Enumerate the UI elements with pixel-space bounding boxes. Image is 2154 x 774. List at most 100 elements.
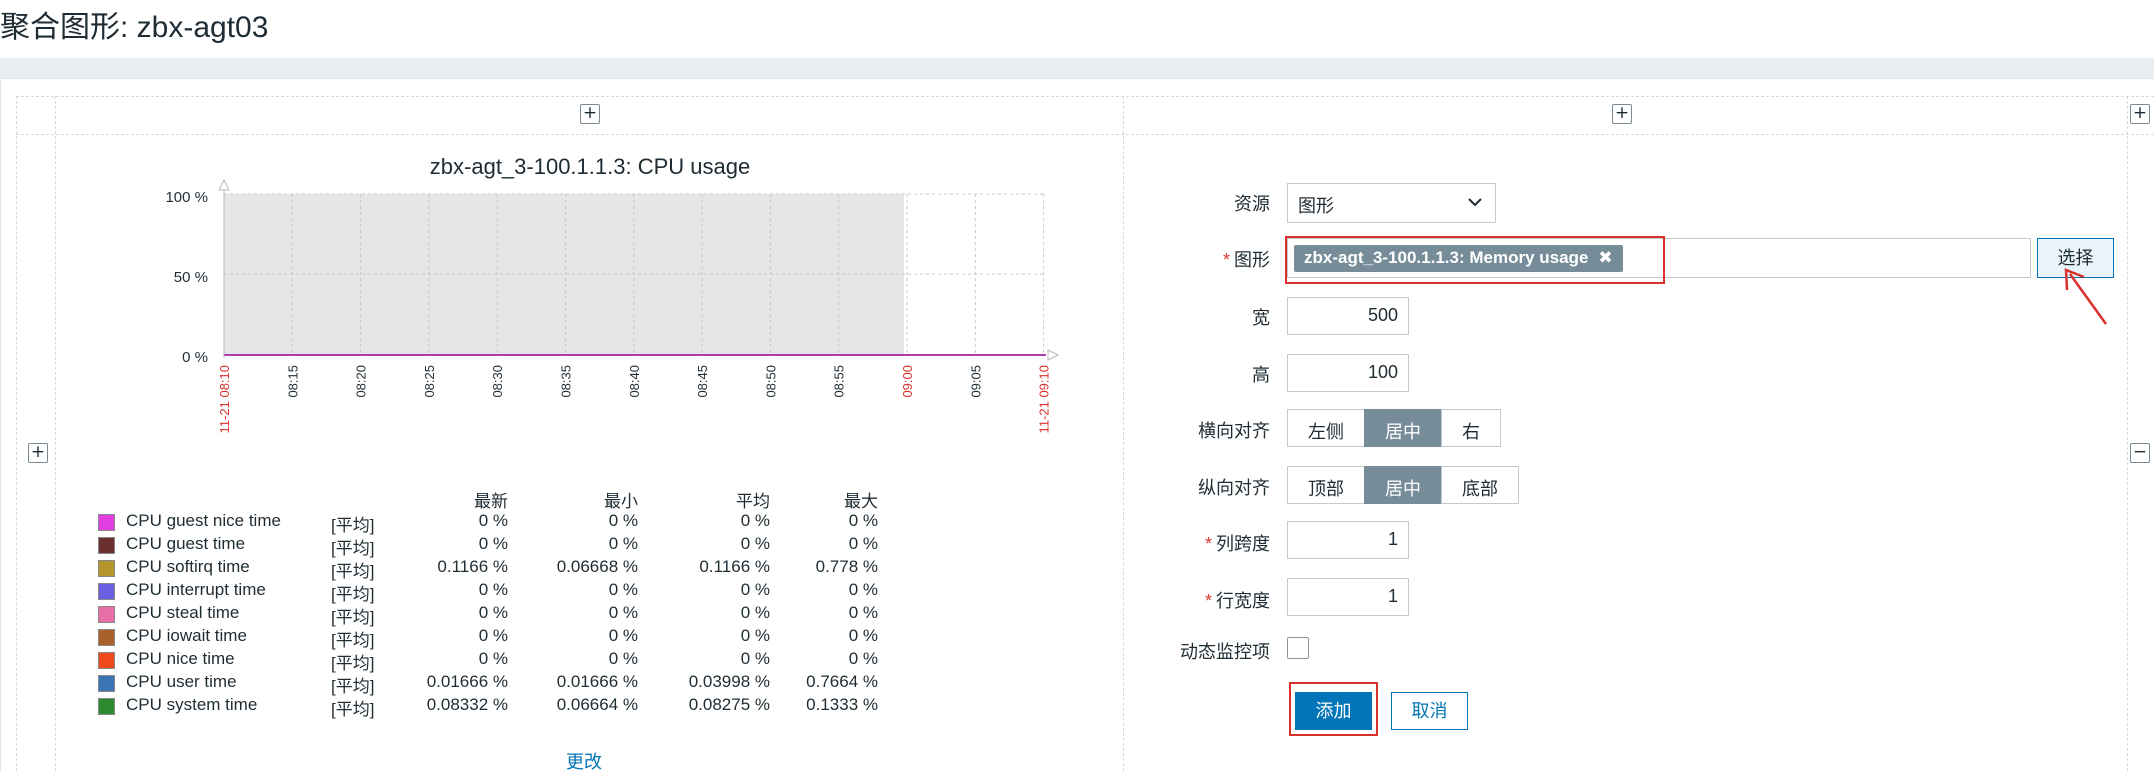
- valign-bottom-option[interactable]: 底部: [1441, 466, 1519, 504]
- width-input[interactable]: 500: [1287, 297, 1409, 335]
- add-button[interactable]: 添加: [1295, 692, 1372, 730]
- legend-swatch: [98, 560, 115, 577]
- legend-series-name: CPU softirq time: [126, 557, 250, 576]
- grid-divider: [16, 96, 2154, 97]
- legend-last: 0 %: [478, 649, 508, 668]
- height-label: 高: [1252, 365, 1270, 385]
- graph-multiselect[interactable]: zbx-agt_3-100.1.1.3: Memory usage ✖: [1287, 238, 2031, 278]
- legend-avg: 0 %: [740, 534, 770, 553]
- add-column-button[interactable]: +: [1612, 104, 1632, 124]
- x-tick-label: 08:40: [627, 365, 642, 398]
- legend-row: CPU user time [平均] 0.01666 % 0.01666 % 0.039…: [98, 671, 898, 696]
- y-tick-label: 0 %: [182, 349, 208, 366]
- remove-row-button[interactable]: −: [2130, 443, 2150, 463]
- legend-max: 0 %: [848, 603, 878, 622]
- legend-max: 0 %: [848, 626, 878, 645]
- add-column-button[interactable]: +: [580, 104, 600, 124]
- x-tick-label: 09:05: [968, 365, 983, 398]
- x-tick-label: 08:55: [832, 365, 847, 398]
- legend-series-name: CPU nice time: [126, 649, 235, 668]
- cancel-button[interactable]: 取消: [1391, 692, 1468, 730]
- legend-row: CPU softirq time [平均] 0.1166 % 0.06668 % 0.1…: [98, 556, 898, 581]
- y-tick-label: 50 %: [174, 269, 208, 286]
- rowspan-label-text: 行宽度: [1216, 591, 1270, 611]
- y-axis-arrow: [218, 178, 230, 191]
- chevron-down-icon: [1467, 194, 1483, 215]
- legend-row: CPU guest nice time [平均] 0 % 0 % 0 % 0 %: [98, 510, 898, 535]
- colspan-label-text: 列跨度: [1216, 534, 1270, 554]
- legend-min: 0 %: [608, 603, 638, 622]
- legend-swatch: [98, 583, 115, 600]
- add-column-button[interactable]: +: [2130, 104, 2150, 124]
- legend-header-max: 最大: [844, 492, 878, 511]
- legend-avg: 0 %: [740, 603, 770, 622]
- x-tick-label: 08:50: [763, 365, 778, 398]
- legend-max: 0.1333 %: [806, 695, 878, 714]
- legend-avg: 0 %: [740, 511, 770, 530]
- legend-series-name: CPU guest time: [126, 534, 246, 553]
- remove-icon[interactable]: ✖: [1598, 248, 1612, 267]
- legend-last: 0 %: [478, 511, 508, 530]
- dynamic-item-checkbox[interactable]: [1287, 637, 1309, 659]
- legend-avg: 0 %: [740, 649, 770, 668]
- valign-segmented: 顶部 居中 底部: [1287, 466, 1519, 504]
- legend-last: 0 %: [478, 603, 508, 622]
- legend-avg: 0 %: [740, 580, 770, 599]
- valign-label: 纵向对齐: [1198, 478, 1270, 498]
- colspan-label: * 列跨度: [1204, 534, 1270, 554]
- legend-series-name: CPU interrupt time: [126, 580, 266, 599]
- x-axis-arrow: [1047, 349, 1060, 361]
- resource-select[interactable]: 图形: [1287, 183, 1496, 223]
- grid-divider: [16, 134, 2154, 135]
- legend-header-last: 最新: [474, 492, 508, 511]
- x-tick-label: 09:00: [900, 365, 915, 398]
- legend-series-name: CPU system time: [126, 695, 258, 714]
- legend-avg: 0.03998 %: [688, 672, 770, 691]
- colspan-input[interactable]: 1: [1287, 521, 1409, 559]
- legend-header-avg: 平均: [736, 492, 770, 511]
- legend-swatch: [98, 698, 115, 715]
- valign-top-option[interactable]: 顶部: [1287, 466, 1365, 504]
- legend-series-name: CPU steal time: [126, 603, 240, 622]
- legend-last: 0 %: [478, 626, 508, 645]
- height-input[interactable]: 100: [1287, 354, 1409, 392]
- legend-row: CPU iowait time [平均] 0 % 0 % 0 % 0 %: [98, 625, 898, 650]
- halign-right-option[interactable]: 右: [1441, 409, 1501, 447]
- legend-row: CPU nice time [平均] 0 % 0 % 0 % 0 %: [98, 648, 898, 673]
- legend-swatch: [98, 675, 115, 692]
- legend-max: 0.7664 %: [806, 672, 878, 691]
- rowspan-input[interactable]: 1: [1287, 578, 1409, 616]
- legend-min: 0 %: [608, 511, 638, 530]
- y-tick-label: 100 %: [165, 189, 208, 206]
- change-link[interactable]: 更改: [566, 748, 602, 774]
- legend-function: [平均]: [331, 700, 375, 719]
- graph-label-text: 图形: [1234, 250, 1270, 270]
- legend-row: CPU system time [平均] 0.08332 % 0.06664 % 0.0…: [98, 694, 898, 719]
- legend-min: 0 %: [608, 534, 638, 553]
- halign-center-option[interactable]: 居中: [1364, 409, 1442, 447]
- resource-select-value: 图形: [1298, 196, 1334, 216]
- legend-min: 0 %: [608, 649, 638, 668]
- x-tick-label: 08:35: [559, 365, 574, 398]
- x-tick-label: 11-21 08:10: [217, 365, 232, 433]
- x-tick-label: 08:15: [285, 365, 300, 398]
- legend-swatch: [98, 514, 115, 531]
- legend-swatch: [98, 629, 115, 646]
- header-divider: [0, 58, 2154, 78]
- legend-min: 0.06664 %: [556, 695, 638, 714]
- legend-avg: 0 %: [740, 626, 770, 645]
- legend-min: 0.01666 %: [556, 672, 638, 691]
- legend-row: CPU steal time [平均] 0 % 0 % 0 % 0 %: [98, 602, 898, 627]
- width-label: 宽: [1252, 308, 1270, 328]
- legend-swatch: [98, 537, 115, 554]
- x-tick-label: 11-21 09:10: [1037, 365, 1052, 433]
- legend-last: 0.01666 %: [426, 672, 508, 691]
- legend-max: 0 %: [848, 580, 878, 599]
- valign-middle-option[interactable]: 居中: [1364, 466, 1442, 504]
- legend-last: 0.08332 %: [426, 695, 508, 714]
- halign-left-option[interactable]: 左侧: [1287, 409, 1365, 447]
- legend-min: 0 %: [608, 626, 638, 645]
- legend-series-name: CPU iowait time: [126, 626, 247, 645]
- x-tick-label: 08:30: [490, 365, 505, 398]
- annotation-arrow: [2064, 268, 2108, 325]
